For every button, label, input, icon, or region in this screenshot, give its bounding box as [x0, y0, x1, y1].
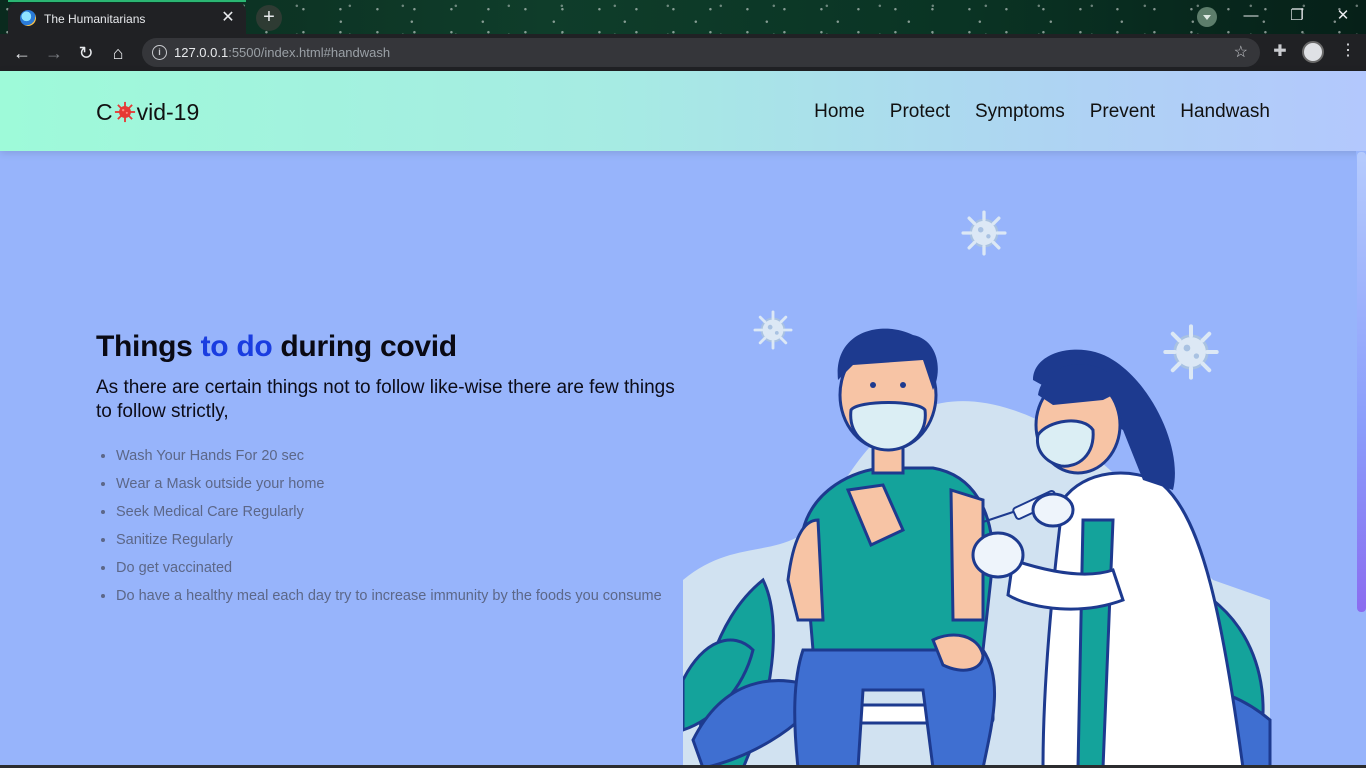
favicon-icon	[20, 10, 36, 26]
list-item: Wear a Mask outside your home	[116, 472, 662, 500]
info-icon[interactable]: i	[152, 45, 167, 60]
todo-list: Wash Your Hands For 20 sec Wear a Mask o…	[96, 444, 662, 612]
home-icon[interactable]: ⌂	[106, 41, 130, 65]
star-icon[interactable]: ☆	[1234, 42, 1248, 62]
reload-icon[interactable]: ↻	[74, 41, 98, 65]
restore-button[interactable]: ❐	[1277, 4, 1317, 28]
active-tab-indicator	[8, 0, 246, 2]
virus-icon	[114, 101, 135, 123]
tab-search-icon[interactable]	[1197, 7, 1217, 27]
forward-icon[interactable]: →	[42, 41, 66, 65]
profile-icon[interactable]	[1302, 41, 1324, 63]
list-item: Seek Medical Care Regularly	[116, 500, 662, 528]
nav-link-protect[interactable]: Protect	[890, 101, 950, 123]
menu-icon[interactable]: ⋮	[1340, 40, 1356, 64]
tab-title: The Humanitarians	[44, 12, 146, 26]
nav-link-handwash[interactable]: Handwash	[1180, 101, 1270, 123]
new-tab-button[interactable]: +	[256, 5, 282, 31]
nav-links: Home Protect Symptoms Prevent Handwash	[814, 101, 1270, 123]
tab-close-icon[interactable]: ✕	[218, 8, 238, 28]
address-bar[interactable]: i 127.0.0.1:5500/index.html#handwash ☆	[142, 38, 1260, 67]
scrollbar-thumb[interactable]	[1357, 152, 1366, 612]
germ-icon	[1165, 326, 1216, 377]
browser-toolbar: ← → ↻ ⌂ i 127.0.0.1:5500/index.html#hand…	[0, 34, 1366, 71]
list-item: Do have a healthy meal each day try to i…	[116, 584, 662, 612]
section-description: As there are certain things not to follo…	[96, 377, 675, 422]
close-window-button[interactable]: ✕	[1323, 4, 1363, 28]
list-item: Wash Your Hands For 20 sec	[116, 444, 662, 472]
site-logo[interactable]: C vid-19	[96, 99, 199, 126]
list-item: Sanitize Regularly	[116, 528, 662, 556]
browser-tab[interactable]: The Humanitarians ✕	[8, 3, 246, 34]
germ-icon	[753, 310, 793, 350]
minimize-button[interactable]: —	[1231, 4, 1271, 28]
site-navbar: C vid-19 Home Protect Symptoms Prevent H…	[0, 71, 1366, 151]
nav-link-home[interactable]: Home	[814, 101, 865, 123]
nav-link-prevent[interactable]: Prevent	[1090, 101, 1155, 123]
url-text[interactable]: 127.0.0.1:5500/index.html#handwash	[174, 45, 390, 60]
section-heading: Things to do during covid	[96, 330, 457, 363]
nav-link-symptoms[interactable]: Symptoms	[975, 101, 1065, 123]
back-icon[interactable]: ←	[10, 41, 34, 65]
list-item: Do get vaccinated	[116, 556, 662, 584]
vaccination-illustration	[683, 210, 1272, 768]
extensions-icon[interactable]: ✚	[1270, 41, 1290, 61]
browser-tab-bar: The Humanitarians ✕ + — ❐ ✕	[0, 0, 1366, 34]
germ-icon	[961, 210, 1007, 256]
